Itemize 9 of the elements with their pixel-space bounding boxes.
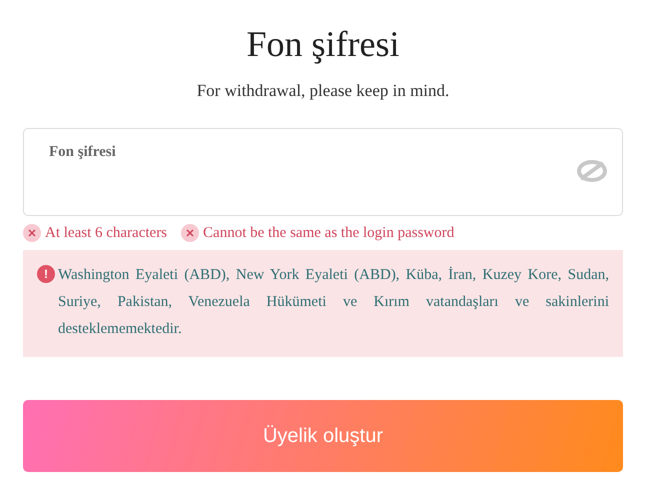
- subtitle: For withdrawal, please keep in mind.: [196, 80, 450, 102]
- eye-slash-icon[interactable]: [577, 160, 607, 182]
- password-field[interactable]: Fon şifresi: [23, 128, 623, 216]
- alert-icon: !: [37, 265, 55, 283]
- rule-text: At least 6 characters: [45, 224, 168, 242]
- rule-text: Cannot be the same as the login password: [203, 224, 454, 242]
- create-account-button[interactable]: Üyelik oluştur: [23, 400, 623, 472]
- notice-text: Washington Eyaleti (ABD), New York Eyaleti (ABD), Küba, İran, Kuzey Kore, Sudan, Suriye, Pakistan, Venezuela Hükümeti ve Kırım vatandaşları ve sakinlerini desteklememektedir.: [58, 266, 609, 339]
- page-title: Fon şifresi: [246, 23, 400, 66]
